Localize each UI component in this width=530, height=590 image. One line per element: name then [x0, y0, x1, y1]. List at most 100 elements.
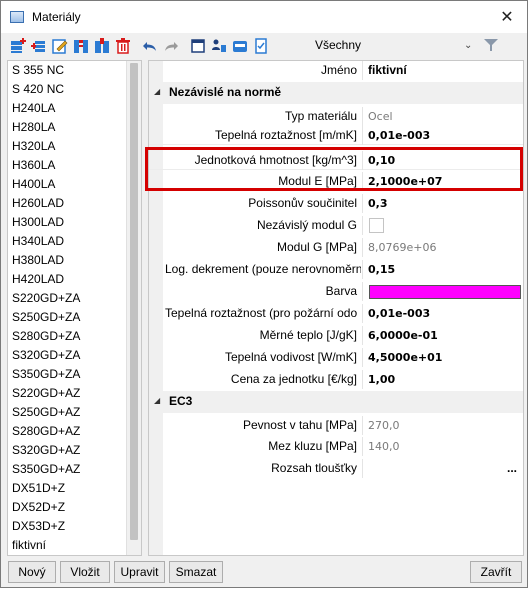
- property-row-modulus-g[interactable]: Modul G [MPa] 8,0769e+06: [149, 238, 523, 257]
- property-label: Modul E [MPa]: [278, 174, 357, 188]
- material-list-item[interactable]: H240LA: [8, 99, 141, 118]
- property-row-fire-thermal-expansion[interactable]: Tepelná roztažnost (pro požární odo 0,01…: [149, 304, 523, 323]
- property-row-conductivity[interactable]: Tepelná vodivost [W/mK] 4,5000e+01: [149, 348, 523, 367]
- edit-material-icon[interactable]: [51, 37, 69, 55]
- material-list-item[interactable]: S320GD+ZA: [8, 346, 141, 365]
- property-row-poisson[interactable]: Poissonův součinitel 0,3: [149, 194, 523, 213]
- filter-value: Všechny: [315, 38, 362, 52]
- property-row-thickness[interactable]: Rozsah tloušťky ...: [149, 459, 523, 478]
- property-row-log-decrement[interactable]: Log. dekrement (pouze nerovnoměrn 0,15: [149, 260, 523, 279]
- database-icon[interactable]: [231, 37, 249, 55]
- property-label: Měrné teplo [J/gK]: [259, 328, 357, 342]
- unit-price-value[interactable]: 1,00: [365, 370, 523, 389]
- material-list-item[interactable]: fiktivní: [8, 536, 141, 555]
- yield-strength-value: 140,0: [368, 440, 400, 453]
- property-row-color[interactable]: Barva: [149, 282, 523, 301]
- property-label: Poissonův součinitel: [248, 196, 357, 210]
- name-value[interactable]: fiktivní: [365, 61, 523, 80]
- import-icon[interactable]: [72, 37, 90, 55]
- section-independent[interactable]: ◢ Nezávislé na normě: [149, 82, 523, 104]
- property-label: Jednotková hmotnost [kg/m^3]: [194, 153, 357, 167]
- delete-icon[interactable]: [114, 37, 132, 55]
- undo-icon[interactable]: [141, 37, 159, 55]
- independent-g-checkbox[interactable]: [369, 218, 384, 233]
- section-title: Nezávislé na normě: [169, 85, 282, 99]
- collapse-triangle-icon[interactable]: ◢: [154, 396, 160, 405]
- scrollbar-thumb[interactable]: [130, 63, 138, 540]
- thickness-range-button[interactable]: ...: [505, 459, 519, 478]
- redo-icon[interactable]: [162, 37, 180, 55]
- material-list-item[interactable]: S250GD+AZ: [8, 403, 141, 422]
- property-label: Nezávislý modul G: [256, 218, 357, 232]
- material-list-item[interactable]: DX52D+Z: [8, 498, 141, 517]
- users-icon[interactable]: [210, 37, 228, 55]
- edit-button[interactable]: Upravit: [114, 561, 165, 583]
- material-list-item[interactable]: S280GD+AZ: [8, 422, 141, 441]
- collapse-triangle-icon[interactable]: ◢: [154, 87, 160, 96]
- log-decrement-value[interactable]: 0,15: [365, 260, 523, 279]
- property-label: Jméno: [320, 63, 357, 77]
- material-list-item[interactable]: H340LAD: [8, 232, 141, 251]
- insert-button[interactable]: Vložit: [60, 561, 110, 583]
- material-list-item[interactable]: H420LAD: [8, 270, 141, 289]
- property-row-independent-g[interactable]: Nezávislý modul G: [149, 216, 523, 235]
- material-list-item[interactable]: H280LA: [8, 118, 141, 137]
- material-list-item[interactable]: S 355 NC: [8, 61, 141, 80]
- property-row-modulus-e[interactable]: Modul E [MPa] 2,1000e+07: [149, 172, 523, 191]
- property-row-tensile[interactable]: Pevnost v tahu [MPa] 270,0: [149, 416, 523, 435]
- insert-material-icon[interactable]: [30, 37, 48, 55]
- material-list-item[interactable]: S220GD+AZ: [8, 384, 141, 403]
- new-button[interactable]: Nový: [8, 561, 56, 583]
- close-window-button[interactable]: ✕: [487, 1, 527, 33]
- property-row-name[interactable]: Jméno fiktivní: [149, 61, 523, 80]
- property-label: Tepelná roztažnost (pro požární odo: [165, 306, 358, 320]
- material-list-item[interactable]: H320LA: [8, 137, 141, 156]
- material-type-value: Ocel: [368, 110, 393, 123]
- section-ec3[interactable]: ◢ EC3: [149, 391, 523, 413]
- material-list-item[interactable]: S320GD+AZ: [8, 441, 141, 460]
- material-list-item[interactable]: S220GD+ZA: [8, 289, 141, 308]
- list-scrollbar[interactable]: [126, 61, 141, 555]
- poisson-value[interactable]: 0,3: [365, 194, 523, 213]
- property-row-type[interactable]: Typ materiálu Ocel: [149, 107, 523, 126]
- chevron-down-icon: ⌄: [464, 39, 473, 51]
- material-list-item[interactable]: H300LAD: [8, 213, 141, 232]
- property-row-specific-heat[interactable]: Měrné teplo [J/gK] 6,0000e-01: [149, 326, 523, 345]
- unit-mass-value[interactable]: 0,10: [365, 151, 523, 170]
- close-button[interactable]: Zavřít: [470, 561, 522, 583]
- property-row-yield[interactable]: Mez kluzu [MPa] 140,0: [149, 437, 523, 456]
- thermal-expansion-value[interactable]: 0,01e-003: [365, 126, 523, 145]
- material-list-item[interactable]: H260LAD: [8, 194, 141, 213]
- toolbar: Všechny ⌄: [1, 33, 527, 59]
- material-list-item[interactable]: S280GD+ZA: [8, 327, 141, 346]
- window-icon[interactable]: [189, 37, 207, 55]
- material-list-item[interactable]: DX53D+Z: [8, 517, 141, 536]
- material-list-item[interactable]: H380LAD: [8, 251, 141, 270]
- property-label: Modul G [MPa]: [276, 240, 357, 254]
- document-check-icon[interactable]: [252, 37, 270, 55]
- material-list-item[interactable]: S 420 NC: [8, 80, 141, 99]
- material-list-item[interactable]: H400LA: [8, 175, 141, 194]
- material-list-item[interactable]: S350GD+ZA: [8, 365, 141, 384]
- property-row-unit-mass[interactable]: Jednotková hmotnost [kg/m^3] 0,10: [149, 151, 523, 170]
- filter-dropdown[interactable]: Všechny ⌄: [308, 35, 478, 55]
- specific-heat-value[interactable]: 6,0000e-01: [365, 326, 523, 345]
- material-list-item[interactable]: DX51D+Z: [8, 479, 141, 498]
- section-title: EC3: [169, 394, 193, 408]
- material-list-item[interactable]: S250GD+ZA: [8, 308, 141, 327]
- material-list-item[interactable]: S350GD+AZ: [8, 460, 141, 479]
- materials-list[interactable]: S 355 NC S 420 NC H240LA H280LA H320LA H360LA…: [7, 60, 142, 556]
- material-list-item[interactable]: H360LA: [8, 156, 141, 175]
- copy-icon[interactable]: [93, 37, 111, 55]
- conductivity-value[interactable]: 4,5000e+01: [365, 348, 523, 367]
- button-bar: Nový Vložit Upravit Smazat Zavřít: [1, 560, 527, 586]
- new-material-icon[interactable]: [9, 37, 27, 55]
- modulus-e-value[interactable]: 2,1000e+07: [365, 172, 523, 191]
- fire-thermal-expansion-value[interactable]: 0,01e-003: [365, 304, 523, 323]
- color-swatch[interactable]: [369, 285, 521, 299]
- filter-funnel-icon[interactable]: [483, 37, 499, 53]
- property-row-thermal-expansion[interactable]: Tepelná roztažnost [m/mK] 0,01e-003: [149, 126, 523, 145]
- property-row-unit-price[interactable]: Cena za jednotku [€/kg] 1,00: [149, 370, 523, 389]
- property-label: Tepelná roztažnost [m/mK]: [214, 128, 357, 142]
- delete-button[interactable]: Smazat: [169, 561, 223, 583]
